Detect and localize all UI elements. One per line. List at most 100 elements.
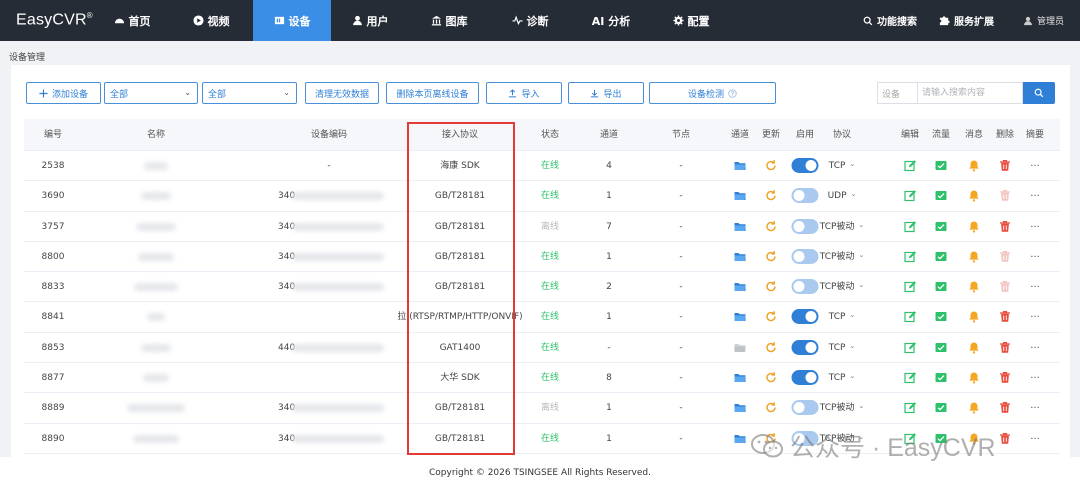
transport-select[interactable]: TCP被动 ⌄ [820,424,865,454]
traffic-icon[interactable] [935,159,948,172]
enable-toggle[interactable] [791,279,819,295]
more-icon[interactable]: ... [1030,272,1040,302]
more-icon[interactable]: ... [1030,181,1040,211]
enable-toggle[interactable] [791,248,819,264]
refresh-icon[interactable] [765,341,778,354]
traffic-icon[interactable] [935,371,948,384]
folder-icon[interactable] [734,250,747,263]
folder-icon[interactable] [734,371,747,384]
refresh-icon[interactable] [765,401,778,414]
enable-toggle[interactable] [791,309,819,325]
edit-icon[interactable] [904,401,917,414]
folder-icon[interactable] [734,189,747,202]
more-icon[interactable]: ... [1030,424,1040,454]
folder-icon[interactable] [734,220,747,233]
bell-icon[interactable] [968,310,981,324]
logo[interactable]: EasyCVR® [16,11,93,29]
nav-item-device[interactable]: 设备 [253,0,331,41]
bell-icon[interactable] [968,250,981,263]
nav-item-user[interactable]: 用户 [347,0,393,41]
transport-select[interactable]: TCP被动 ⌄ [820,272,865,302]
nav-item-video[interactable]: 视频 [188,0,234,41]
enable-toggle[interactable] [791,158,819,173]
transport-select[interactable]: TCP ⌄ [829,363,856,393]
edit-icon[interactable] [904,432,917,445]
trash-icon[interactable] [999,189,1012,202]
transport-select[interactable]: UDP ⌄ [828,181,857,211]
enable-toggle[interactable] [791,218,819,234]
nav-service-extension[interactable]: 服务扩展 [939,0,994,41]
edit-icon[interactable] [904,159,917,172]
trash-icon[interactable] [999,159,1012,172]
trash-icon[interactable] [999,280,1012,293]
refresh-icon[interactable] [765,159,778,172]
trash-icon[interactable] [999,220,1012,233]
table-row[interactable]: 8833 340 GB/T28181 在线 2- TCP被动 ⌄... [24,272,1060,303]
traffic-icon[interactable] [935,401,948,414]
transport-select[interactable]: TCP ⌄ [829,151,856,181]
folder-icon[interactable] [734,432,747,445]
edit-icon[interactable] [904,189,917,202]
more-icon[interactable]: ... [1030,333,1040,363]
bell-icon[interactable] [968,432,981,445]
nav-item-diagnose[interactable]: 诊断 [507,0,553,41]
table-row[interactable]: 2538 - 海康 SDK 在线 4 - TCP ⌄... [24,151,1060,182]
table-row[interactable]: 8889 340 GB/T28181 离线 1- TCP被动 ⌄... [24,393,1060,424]
more-icon[interactable]: ... [1030,151,1040,181]
transport-select[interactable]: TCP ⌄ [829,302,856,332]
filter-select-2[interactable]: 全部 ⌄ [202,82,297,104]
edit-icon[interactable] [904,371,917,384]
transport-select[interactable]: TCP被动 ⌄ [820,242,865,272]
bell-icon[interactable] [968,341,981,354]
import-button[interactable]: 导入 [486,82,562,104]
trash-icon[interactable] [999,371,1012,384]
traffic-icon[interactable] [935,310,948,323]
bell-icon[interactable] [968,159,981,172]
edit-icon[interactable] [904,341,917,354]
device-detect-button[interactable]: 设备检测 [649,82,776,104]
traffic-icon[interactable] [935,189,948,202]
edit-icon[interactable] [904,250,917,263]
traffic-icon[interactable] [935,432,948,445]
delete-offline-devices-button[interactable]: 删除本页离线设备 [386,82,479,104]
traffic-icon[interactable] [935,280,948,293]
search-input[interactable] [917,82,1023,104]
refresh-icon[interactable] [765,220,778,233]
trash-icon[interactable] [999,250,1012,263]
enable-toggle[interactable] [791,188,819,204]
more-icon[interactable]: ... [1030,363,1040,393]
traffic-icon[interactable] [935,341,948,354]
trash-icon[interactable] [999,401,1012,414]
edit-icon[interactable] [904,280,917,293]
refresh-icon[interactable] [765,371,778,384]
trash-icon[interactable] [999,432,1012,445]
refresh-icon[interactable] [765,432,778,445]
edit-icon[interactable] [904,310,917,323]
more-icon[interactable]: ... [1030,212,1040,242]
table-row[interactable]: 3690 340 GB/T28181 在线 1- UDP ⌄... [24,181,1060,212]
nav-item-gallery[interactable]: 图库 [426,0,472,41]
table-row[interactable]: 8800 340 GB/T28181 在线 1- TCP被动 ⌄... [24,242,1060,273]
transport-select[interactable]: TCP ⌄ [829,333,856,363]
enable-toggle[interactable] [791,370,819,386]
more-icon[interactable]: ... [1030,393,1040,423]
table-row[interactable]: 3757 340 GB/T28181 离线 7- TCP被动 ⌄... [24,212,1060,242]
enable-toggle[interactable] [791,400,819,416]
transport-select[interactable]: TCP被动 ⌄ [820,212,865,242]
folder-icon[interactable] [734,341,747,354]
table-row[interactable]: 8890 340 GB/T28181 在线 1- TCP被动 ⌄... [24,424,1060,454]
refresh-icon[interactable] [765,310,778,323]
bell-icon[interactable] [968,401,981,414]
nav-item-config[interactable]: 配置 [668,0,714,41]
add-device-button[interactable]: 添加设备 [26,82,101,104]
folder-icon[interactable] [734,159,747,172]
edit-icon[interactable] [904,220,917,233]
trash-icon[interactable] [999,341,1012,354]
search-button[interactable] [1023,82,1055,104]
folder-icon[interactable] [734,280,747,293]
traffic-icon[interactable] [935,250,948,263]
traffic-icon[interactable] [935,220,948,233]
refresh-icon[interactable] [765,280,778,293]
transport-select[interactable]: TCP被动 ⌄ [820,393,865,423]
trash-icon[interactable] [999,310,1012,323]
